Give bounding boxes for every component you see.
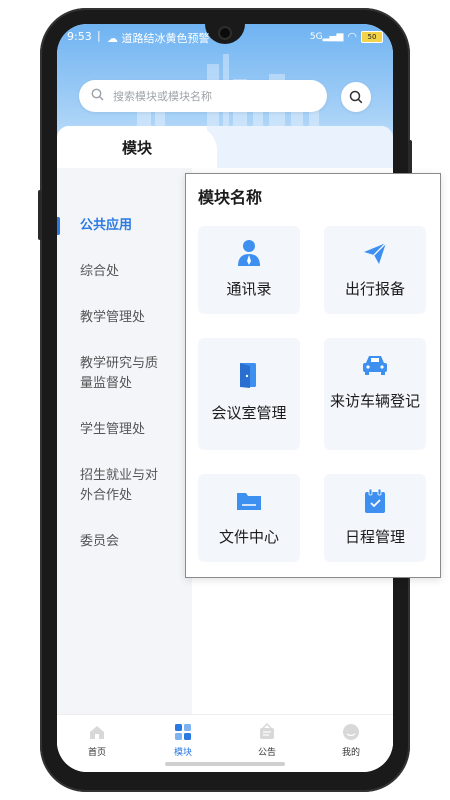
wifi-icon: ◠ <box>347 30 357 43</box>
sidebar-item-teaching-management[interactable]: 教学管理处 <box>57 308 192 328</box>
popup-title: 模块名称 <box>198 188 263 207</box>
module-card-schedule[interactable]: 日程管理 <box>324 474 426 562</box>
battery-icon: 50 <box>361 30 383 43</box>
status-icons: 5G▂▄▆ ◠ 50 <box>310 30 383 43</box>
contact-person-icon <box>238 240 260 266</box>
search-icon <box>349 90 363 104</box>
notice-icon <box>260 723 274 739</box>
category-sidebar: 公共应用 综合处 教学管理处 教学研究与质量监督处 学生管理处 招生就业与对外合… <box>57 168 192 746</box>
status-bar: 9:53 | ☁ 道路结冰黄色预警 5G▂▄▆ ◠ 50 <box>67 29 383 46</box>
tab-profile[interactable]: 我的 <box>321 721 381 758</box>
module-card-contacts-label: 通讯录 <box>226 280 272 298</box>
status-time: 9:53 <box>67 30 92 43</box>
module-card-visitor-vehicle[interactable]: 来访车辆登记 <box>324 338 426 450</box>
sidebar-item-student-management[interactable]: 学生管理处 <box>57 420 192 440</box>
status-separator: | <box>97 29 101 42</box>
module-card-contacts[interactable]: 通讯录 <box>198 226 300 314</box>
module-popup: 模块名称 通讯录 出行报备 会议室管理 来访车辆登记 文件中心 日程管理 <box>185 173 441 578</box>
car-icon <box>363 356 387 375</box>
door-icon <box>240 363 256 388</box>
weather-alert: ☁ 道路结冰黄色预警 <box>107 32 210 45</box>
search-placeholder: 搜索模块或模块名称 <box>113 90 212 103</box>
tab-notices-label: 公告 <box>257 748 276 758</box>
volume-button <box>408 140 412 174</box>
tab-home-label: 首页 <box>87 748 106 758</box>
module-card-file-center-label: 文件中心 <box>218 528 279 546</box>
module-card-travel-report[interactable]: 出行报备 <box>324 226 426 314</box>
sidebar-item-committee[interactable]: 委员会 <box>57 532 192 552</box>
home-indicator <box>165 762 285 766</box>
tab-modules-label: 模块 <box>173 748 192 758</box>
paper-plane-icon <box>364 242 387 264</box>
sidebar-item-admissions-employment[interactable]: 招生就业与对外合作处 <box>57 466 169 506</box>
tab-modules[interactable]: 模块 <box>57 126 217 168</box>
weather-alert-text: 道路结冰黄色预警 <box>121 32 210 45</box>
grid-icon <box>175 724 191 740</box>
sidebar-item-teaching-research[interactable]: 教学研究与质量监督处 <box>57 354 169 394</box>
tab-home[interactable]: 首页 <box>67 721 127 758</box>
search-icon <box>91 88 111 105</box>
module-card-file-center[interactable]: 文件中心 <box>198 474 300 562</box>
tab-modules-nav[interactable]: 模块 <box>153 721 213 758</box>
tab-notices[interactable]: 公告 <box>237 721 297 758</box>
sidebar-item-general-office[interactable]: 综合处 <box>57 262 192 282</box>
module-card-visitor-vehicle-label: 来访车辆登记 <box>330 392 421 410</box>
signal-icon: 5G▂▄▆ <box>309 31 344 42</box>
side-button <box>38 190 42 240</box>
tab-profile-label: 我的 <box>341 748 360 758</box>
sidebar-item-public-apps[interactable]: 公共应用 <box>57 216 192 236</box>
folder-icon <box>237 493 261 510</box>
module-card-meeting-room[interactable]: 会议室管理 <box>198 338 300 450</box>
profile-icon <box>343 724 359 740</box>
network-label: 5G <box>309 31 323 42</box>
search-bar[interactable]: 搜索模块或模块名称 <box>79 80 327 112</box>
battery-level: 50 <box>367 32 377 41</box>
search-button[interactable] <box>341 82 371 112</box>
module-card-meeting-room-label: 会议室管理 <box>211 404 287 422</box>
module-card-travel-report-label: 出行报备 <box>344 280 405 298</box>
module-card-schedule-label: 日程管理 <box>344 528 405 546</box>
tab-bar-background <box>207 126 393 168</box>
calendar-icon <box>365 488 385 513</box>
home-icon <box>90 726 104 739</box>
